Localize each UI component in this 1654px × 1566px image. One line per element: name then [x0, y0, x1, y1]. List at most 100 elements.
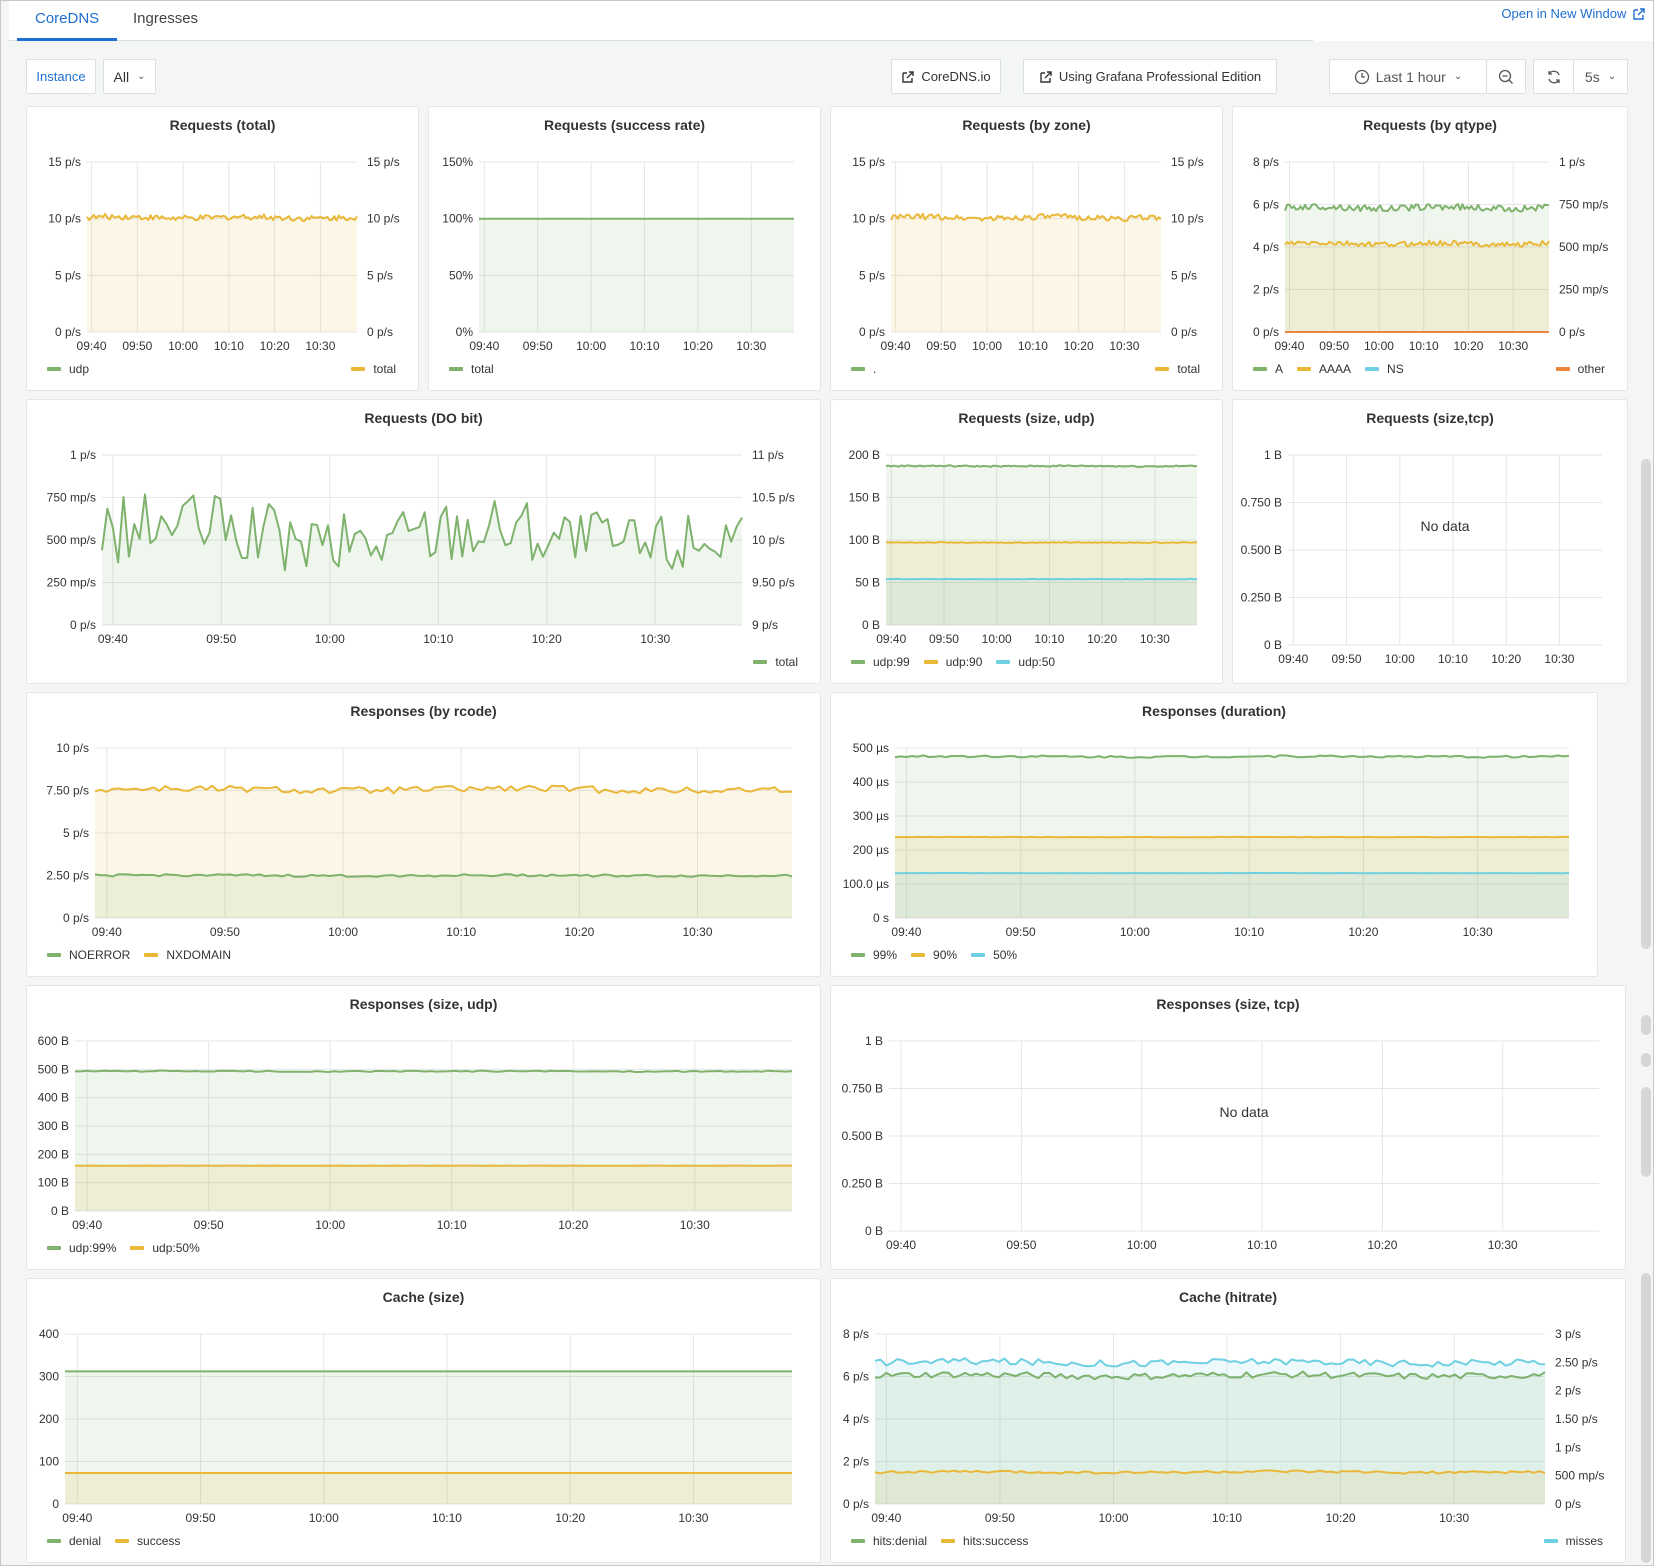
legend-label: total	[775, 655, 798, 669]
scrollbar-segment[interactable]	[1641, 1273, 1651, 1563]
x-tick: 10:10	[1409, 339, 1439, 353]
y-tick-left: 400	[39, 1327, 59, 1341]
y-tick-left: 200 B	[38, 1147, 69, 1161]
y-tick-left: 0.750 B	[1241, 496, 1282, 510]
chart-req-qtype[interactable]: 0 p/s 2 p/s 4 p/s 6 p/s 8 p/s 0 p/s 250 mp/s 50…	[1233, 107, 1629, 392]
legend-item[interactable]: udp	[47, 362, 89, 376]
scrollbar-segment[interactable]	[1641, 1015, 1651, 1035]
legend-item[interactable]: .	[851, 362, 876, 376]
instance-select[interactable]: All ⌄	[103, 59, 156, 94]
legend-item[interactable]: udp:50%	[130, 1241, 200, 1255]
legend-right: misses	[1543, 1534, 1617, 1548]
refresh-button[interactable]	[1533, 59, 1573, 94]
panel-resp-size-tcp[interactable]: Responses (size, tcp) 0 B 0.250 B 0.500 B 0.…	[830, 985, 1626, 1270]
legend-item[interactable]: udp:90	[923, 655, 982, 669]
legend-item[interactable]: hits:denial	[851, 1534, 927, 1548]
instance-variable-label: Instance	[26, 59, 96, 94]
x-tick: 09:50	[186, 1511, 216, 1525]
y-tick-left: 0 p/s	[70, 618, 96, 632]
y-tick-left: 1 B	[1264, 448, 1282, 462]
legend-item[interactable]: other	[1555, 362, 1605, 376]
panel-resp-duration[interactable]: Responses (duration) 0 s 100.0 µs 200 µs 300…	[830, 692, 1598, 977]
chart-req-success[interactable]: 0% 50% 100% 150% 09:40 09:50 10:00 10:10 10:20 10…	[429, 107, 822, 392]
scrollbar-segment[interactable]	[1641, 1053, 1651, 1067]
coredns-link-button[interactable]: CoreDNS.io	[891, 59, 1001, 94]
panel-cache-size[interactable]: Cache (size) 0 100 200 300 400 09:40 09:50 10:00…	[26, 1278, 821, 1563]
legend-item[interactable]: total	[753, 655, 798, 669]
y-tick-left: 6 p/s	[1253, 198, 1279, 212]
chart-req-zone[interactable]: 0 p/s 5 p/s 10 p/s 15 p/s 0 p/s 5 p/s 10 p/s 15…	[831, 107, 1224, 392]
chart-resp-rcode[interactable]: 0 p/s 2.50 p/s 5 p/s 7.50 p/s 10 p/s 09:40 09:…	[27, 693, 822, 978]
y-tick-left: 150 B	[849, 491, 880, 505]
panel-resp-size-udp[interactable]: Responses (size, udp) 0 B 100 B 200 B 300 B4…	[26, 985, 821, 1270]
legend-item[interactable]: NOERROR	[47, 948, 130, 962]
series-line-udp99[interactable]	[75, 1069, 793, 1073]
legend-item[interactable]: misses	[1543, 1534, 1603, 1548]
chart-resp-size-udp[interactable]: 0 B 100 B 200 B 300 B 400 B 500 B 600 B 09:40 09…	[27, 986, 822, 1271]
x-tick: 10:10	[1034, 632, 1064, 646]
chart-cache-hitrate[interactable]: 0 p/s 2 p/s 4 p/s 6 p/s 8 p/s 0 p/s 500 mp/s 1 …	[831, 1279, 1627, 1564]
legend-item[interactable]: 90%	[911, 948, 957, 962]
panel-req-qtype[interactable]: Requests (by qtype) 0 p/s 2 p/s 4 p/s 6 p/s 8…	[1232, 106, 1628, 391]
chart-cache-size[interactable]: 0 100 200 300 400 09:40 09:50 10:00 10:10 10:20 10…	[27, 1279, 822, 1564]
y-tick-right: 1.50 p/s	[1555, 1412, 1598, 1426]
legend-item[interactable]: udp:99%	[47, 1241, 116, 1255]
tab-ingresses[interactable]: Ingresses	[115, 1, 216, 41]
panel-req-size-tcp[interactable]: Requests (size,tcp) 0 B 0.250 B 0.500 B 0.75…	[1232, 399, 1628, 684]
legend-item[interactable]: udp:50	[996, 655, 1055, 669]
refresh-interval-select[interactable]: 5s ⌄	[1573, 59, 1628, 94]
y-tick-left: 10 p/s	[852, 212, 885, 226]
chart-resp-duration[interactable]: 0 s 100.0 µs 200 µs 300 µs 400 µs 500 µs 09:40…	[831, 693, 1599, 978]
legend-item[interactable]: AAAA	[1297, 362, 1351, 376]
panel-resp-rcode[interactable]: Responses (by rcode) 0 p/s 2.50 p/s 5 p/s 7.…	[26, 692, 821, 977]
panel-req-total[interactable]: Requests (total) 0 p/s 5 p/s 10 p/s 15 p/s 0 …	[26, 106, 419, 391]
legend-item[interactable]: total	[1155, 362, 1200, 376]
series-line-99[interactable]	[894, 754, 1570, 759]
chart-req-total[interactable]: 0 p/s 5 p/s 10 p/s 15 p/s 0 p/s 5 p/s 10 p/s 15…	[27, 107, 420, 392]
legend-item[interactable]: NXDOMAIN	[144, 948, 231, 962]
panel-cache-hitrate[interactable]: Cache (hitrate) 0 p/s 2 p/s 4 p/s 6 p/s 8 p/s…	[830, 1278, 1626, 1563]
x-tick: 10:20	[1326, 1511, 1356, 1525]
legend-item[interactable]: udp:99	[851, 655, 910, 669]
series-line-udp90[interactable]	[885, 541, 1198, 545]
chart-req-dobit[interactable]: 0 p/s 250 mp/s 500 mp/s 750 mp/s 1 p/s 9 p/s 9…	[27, 400, 822, 685]
tab-coredns[interactable]: CoreDNS	[17, 1, 118, 41]
grafana-pro-link-button[interactable]: Using Grafana Professional Edition	[1023, 59, 1277, 94]
scrollbar-segment[interactable]	[1641, 1087, 1651, 1177]
y-tick-left: 5 p/s	[55, 268, 81, 282]
x-tick: 10:00	[1120, 925, 1150, 939]
time-range-picker[interactable]: Last 1 hour ⌄	[1329, 59, 1486, 94]
y-tick-right: 250 mp/s	[1559, 283, 1608, 297]
x-tick: 10:20	[564, 925, 594, 939]
y-tick-left: 400 µs	[853, 775, 889, 789]
y-tick-left: 15 p/s	[48, 155, 81, 169]
chart-req-size-tcp[interactable]: 0 B 0.250 B 0.500 B 0.750 B 1 B 09:40 09:50 10:…	[1233, 400, 1629, 685]
legend-item[interactable]: A	[1253, 362, 1283, 376]
scrollbar-thumb[interactable]	[1641, 459, 1651, 949]
x-tick: 09:40	[881, 339, 911, 353]
panel-req-dobit[interactable]: Requests (DO bit) 0 p/s 250 mp/s 500 mp/s 75…	[26, 399, 821, 684]
chart-resp-size-tcp[interactable]: 0 B 0.250 B 0.500 B 0.750 B 1 B 09:40 09:50 10:…	[831, 986, 1627, 1271]
chart-req-size-udp[interactable]: 0 B 50 B 100 B 150 B 200 B 09:40 09:50 10:00 10:…	[831, 400, 1224, 685]
legend-item[interactable]: NS	[1365, 362, 1404, 376]
panel-req-success[interactable]: Requests (success rate) 0% 50% 100% 150% 09:4…	[428, 106, 821, 391]
y-tick-right: 500 mp/s	[1555, 1469, 1604, 1483]
legend-item[interactable]: success	[115, 1534, 180, 1548]
series-line-udp50[interactable]	[885, 577, 1198, 581]
x-tick: 10:20	[1087, 632, 1117, 646]
zoom-out-button[interactable]	[1486, 59, 1526, 94]
panel-req-size-udp[interactable]: Requests (size, udp) 0 B 50 B 100 B 150 B 200…	[830, 399, 1223, 684]
legend-item[interactable]: 50%	[971, 948, 1017, 962]
legend-item[interactable]: hits:success	[941, 1534, 1028, 1548]
y-tick-right: 0 p/s	[1559, 325, 1585, 339]
y-tick-right: 2.50 p/s	[1555, 1355, 1598, 1369]
y-tick-left: 0.250 B	[1241, 591, 1282, 605]
legend-item[interactable]: denial	[47, 1534, 101, 1548]
legend-item[interactable]: total	[351, 362, 396, 376]
legend-item[interactable]: 99%	[851, 948, 897, 962]
y-tick-left: 0.250 B	[842, 1177, 883, 1191]
x-tick: 10:00	[972, 339, 1002, 353]
panel-req-zone[interactable]: Requests (by zone) 0 p/s 5 p/s 10 p/s 15 p/s…	[830, 106, 1223, 391]
open-new-window-link[interactable]: Open in New Window	[1501, 6, 1645, 21]
legend-item[interactable]: total	[449, 362, 494, 376]
